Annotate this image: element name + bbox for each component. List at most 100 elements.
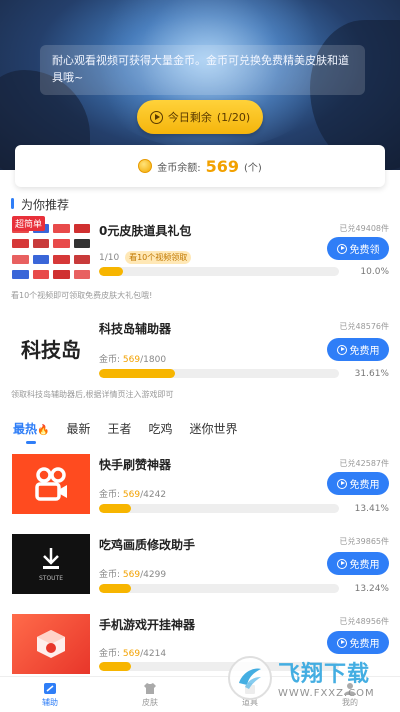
progress-fill [99,504,132,513]
use-button-label: 免费用 [349,560,380,571]
progress-fill [99,267,123,276]
item-title: 快手刷赞神器 [99,458,172,472]
coin-progress-label: 金币: [99,570,121,580]
tab-minecraft[interactable]: 迷你世界 [190,418,238,446]
coin-progress-label: 金币: [99,649,121,659]
item-thumbnail [12,454,90,514]
logo-text: 科技岛 [21,337,81,362]
coin-progress-label: 金币: [99,355,121,365]
claim-button-label: 免费领 [349,245,380,256]
progress-bar [99,504,339,513]
item-description: 领取科技岛辅助器后,根据详情页注入游戏即可 [11,390,174,399]
tab-wangzhe[interactable]: 王者 [107,418,131,446]
list-item[interactable]: 超简单 0元皮肤道具礼包 已兑49408件 免费领 1/10 看10个视频领取 … [0,216,400,310]
cheat-box-icon [37,630,65,658]
coin-need: /4242 [140,490,167,500]
use-button-label: 免费用 [349,480,380,491]
progress-count: 1/10 [99,253,120,263]
item-title: 0元皮肤道具礼包 [99,224,192,238]
easy-tag: 超简单 [12,216,46,231]
play-icon [336,637,347,648]
assist-icon [44,682,56,694]
redeemed-count: 已兑48576件 [339,322,389,331]
progress-fill [99,369,175,378]
hint-pill: 看10个视频领取 [125,251,192,264]
play-icon [336,558,347,569]
nav-label: 皮肤 [142,697,158,707]
progress-fill [99,584,131,593]
tab-chiji[interactable]: 吃鸡 [149,418,173,446]
item-thumbnail: STOUTE [12,534,90,594]
tab-label: 最热 [13,422,38,436]
progress-fill [99,662,132,671]
item-description: 看10个视频即可领取免费皮肤大礼包哦! [11,291,153,300]
notice-text: 耐心观看视频可获得大量金币。金币可兑换免费精美皮肤和道具哦~ [40,45,365,95]
coin-progress-text: 金币: 569/4242 [99,487,166,500]
tab-indicator [26,441,36,444]
tab-latest[interactable]: 最新 [66,418,90,446]
redeemed-count: 已兑42587件 [339,459,389,468]
wing-icon [239,668,261,689]
watermark-url: WWW.FXXZ.COM [278,688,375,699]
coin-have: 569 [122,490,141,500]
progress-percent: 13.41% [354,504,389,514]
progress-bar [99,584,339,593]
item-title: 吃鸡画质修改助手 [99,538,196,552]
progress-text: 1/10 看10个视频领取 [99,251,192,264]
nav-label: 辅助 [42,697,58,707]
play-icon [149,110,163,124]
redeemed-count: 已兑39865件 [339,537,389,546]
use-button[interactable]: 免费用 [327,472,389,495]
watermark-logo [228,655,272,700]
item-title: 手机游戏开挂神器 [99,618,196,632]
coin-unit: (个) [243,162,262,174]
use-button-label: 免费用 [349,639,380,650]
progress-percent: 10.0% [360,267,389,277]
coin-need: /4214 [140,649,167,659]
coin-balance-card: 金币余额: 569 (个) [15,145,385,187]
shirt-icon [144,682,156,694]
claim-button[interactable]: 免费领 [327,237,389,260]
item-title: 科技岛辅助器 [99,322,172,336]
coin-have: 569 [122,649,141,659]
use-button[interactable]: 免费用 [327,552,389,575]
coin-progress-text: 金币: 569/4214 [99,646,166,659]
list-item[interactable]: STOUTE 吃鸡画质修改助手 已兑39865件 免费用 金币: 569/429… [0,534,400,604]
coin-need: /4299 [140,570,167,580]
redeemed-count: 已兑49408件 [339,224,389,233]
remain-label: 今日剩余 [167,111,212,124]
coin-value: 569 [205,156,239,176]
coin-progress-label: 金币: [99,490,121,500]
progress-bar [99,369,339,378]
coin-need: /1800 [140,355,167,365]
watermark-text: 飞翔下载 WWW.FXXZ.COM [278,656,375,699]
list-item[interactable]: 快手刷赞神器 已兑42587件 免费用 金币: 569/4242 13.41% [0,454,400,524]
use-button[interactable]: 免费用 [327,338,389,361]
coin-have: 569 [122,570,141,580]
watermark-title: 飞翔下载 [278,662,371,687]
coin-have: 569 [122,355,141,365]
progress-percent: 31.61% [354,369,389,379]
watch-video-button[interactable]: 今日剩余 (1/20) [137,100,263,134]
download-icon [43,548,59,569]
nav-skin[interactable]: 皮肤 [100,677,200,712]
redeemed-count: 已兑48956件 [339,617,389,626]
coin-label: 金币余额: [157,162,201,174]
watermark: 飞翔下载 WWW.FXXZ.COM [228,650,400,705]
remain-count: (1/20) [216,110,251,124]
section-title: 为你推荐 [11,196,69,213]
list-item[interactable]: 科技岛 科技岛辅助器 已兑48576件 免费用 金币: 569/1800 31.… [0,318,400,408]
coin-progress-text: 金币: 569/1800 [99,352,166,365]
use-button-label: 免费用 [349,346,380,357]
coin-progress-text: 金币: 569/4299 [99,567,166,580]
keji-logo: 科技岛 [21,324,81,372]
category-tabs: 最热🔥 最新 王者 吃鸡 迷你世界 [0,418,400,446]
coin-icon [138,159,153,173]
item-thumbnail [12,614,90,674]
fire-icon: 🔥 [37,425,50,436]
play-icon [336,478,347,489]
progress-percent: 13.24% [354,584,389,594]
play-icon [336,344,347,355]
nav-assist[interactable]: 辅助 [0,677,100,712]
kuaishou-icon [35,467,67,501]
